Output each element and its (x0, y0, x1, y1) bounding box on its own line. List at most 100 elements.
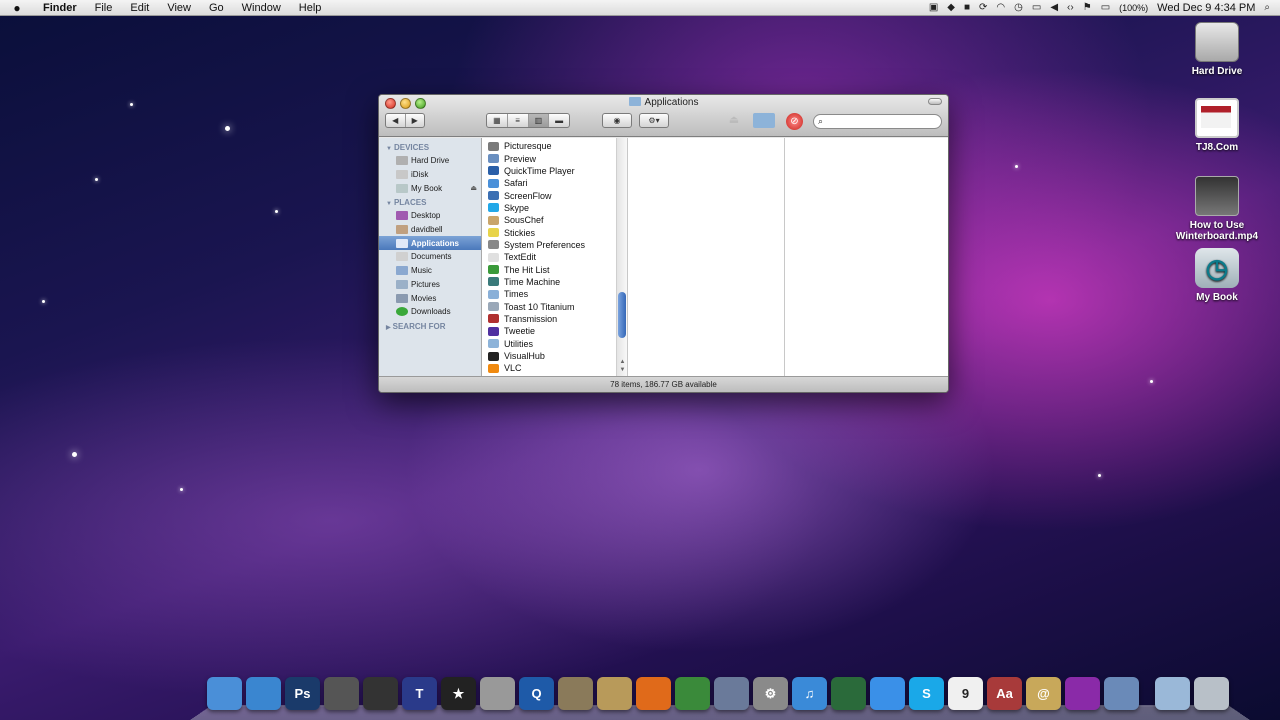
dock-itunes-icon[interactable]: ♫ (792, 677, 827, 710)
camera-icon[interactable]: ▣ (929, 2, 938, 13)
sidebar-header-places[interactable]: ▼ PLACES (379, 195, 481, 209)
menu-edit[interactable]: Edit (121, 2, 158, 14)
forward-button[interactable]: ▶ (406, 114, 425, 127)
dock-preview-icon[interactable] (597, 677, 632, 710)
title-bar[interactable]: Applications ◀ ▶ ▦ ≡ ▥ ▬ ◉ ⚙▾ ⏏ ⊘ ⌕ (379, 95, 948, 137)
menu-window[interactable]: Window (233, 2, 290, 14)
dock-iphoto-icon[interactable] (558, 677, 593, 710)
back-button[interactable]: ◀ (386, 114, 406, 127)
dock-keynote-icon[interactable] (636, 677, 671, 710)
list-item[interactable]: Picturesque (482, 140, 627, 152)
dock-ichat-icon[interactable] (870, 677, 905, 710)
list-item[interactable]: Times (482, 288, 627, 300)
sidebar-item-desktop[interactable]: Desktop (379, 209, 481, 223)
list-item[interactable]: Time Machine (482, 276, 627, 288)
dock-ical-icon[interactable]: 9 (948, 677, 983, 710)
quick-look-button[interactable]: ◉ (602, 113, 632, 128)
spotlight-icon[interactable]: ⌕ (1264, 2, 1270, 13)
dock-quicktime-icon[interactable]: Q (519, 677, 554, 710)
list-item[interactable]: System Preferences (482, 239, 627, 251)
dock-imovie-icon[interactable] (324, 677, 359, 710)
dock-applications-stack-icon[interactable] (1155, 677, 1190, 710)
menu-file[interactable]: File (86, 2, 122, 14)
list-item[interactable]: VLC (482, 362, 627, 374)
flag-icon[interactable]: ⚑ (1083, 2, 1092, 13)
dock-final-cut-icon[interactable] (363, 677, 398, 710)
dock-xcode-icon[interactable] (1104, 677, 1139, 710)
desktop-icon-movie[interactable]: How to Use Winterboard.mp4 (1172, 176, 1262, 242)
scroll-arrows[interactable]: ▲ ▼ (618, 358, 627, 374)
scrollbar[interactable]: ▲ ▼ (616, 138, 627, 376)
coverflow-view-button[interactable]: ▬ (549, 114, 569, 127)
list-item[interactable]: The Hit List (482, 263, 627, 275)
sidebar-item-home[interactable]: davidbell (379, 223, 481, 237)
list-item[interactable]: QuickTime Player (482, 165, 627, 177)
list-item[interactable]: Safari (482, 177, 627, 189)
list-item[interactable]: Preview (482, 152, 627, 164)
sidebar-item-my-book[interactable]: My Book ⏏ (379, 181, 481, 195)
eject-icon[interactable]: ⏏ (470, 184, 477, 192)
sidebar-item-applications[interactable]: Applications (379, 236, 481, 251)
list-item[interactable]: Tweetie (482, 325, 627, 337)
sidebar-item-downloads[interactable]: Downloads (379, 305, 481, 319)
sidebar-item-hard-drive[interactable]: Hard Drive (379, 154, 481, 168)
dock-finder-icon[interactable] (207, 677, 242, 710)
dock-dictionary-icon[interactable]: Aa (987, 677, 1022, 710)
dock-stack-app-icon[interactable] (1065, 677, 1100, 710)
list-item[interactable]: Skype (482, 202, 627, 214)
new-folder-icon[interactable] (753, 113, 775, 128)
dock-numbers-icon[interactable] (675, 677, 710, 710)
volume-icon[interactable]: ◀ (1050, 2, 1058, 13)
sidebar-item-idisk[interactable]: iDisk (379, 168, 481, 182)
column-view-button[interactable]: ▥ (528, 114, 550, 127)
dock-safari-icon[interactable] (246, 677, 281, 710)
toolbar-toggle-button[interactable] (928, 98, 942, 105)
dropbox-icon[interactable]: ◆ (947, 2, 955, 13)
battery-icon[interactable]: ▭ (1101, 2, 1110, 13)
list-item[interactable]: VisualHub (482, 350, 627, 362)
dock-script-editor-icon[interactable] (714, 677, 749, 710)
dock-skype-icon[interactable]: S (909, 677, 944, 710)
sidebar-item-pictures[interactable]: Pictures (379, 278, 481, 292)
sidebar-item-movies[interactable]: Movies (379, 291, 481, 305)
dock-photoshop-icon[interactable]: Ps (285, 677, 320, 710)
action-menu-button[interactable]: ⚙▾ (639, 113, 669, 128)
sidebar-item-documents[interactable]: Documents (379, 250, 481, 264)
dock-imovie-star-icon[interactable]: ★ (441, 677, 476, 710)
delete-icon[interactable]: ⊘ (786, 113, 803, 130)
sync-icon[interactable]: ⟳ (979, 2, 987, 13)
time-machine-icon[interactable]: ◷ (1014, 2, 1023, 13)
list-item[interactable]: Toast 10 Titanium▶ (482, 300, 627, 312)
arrows-icon[interactable]: ‹› (1067, 2, 1074, 13)
script-icon[interactable]: ■ (964, 2, 970, 13)
icon-view-button[interactable]: ▦ (487, 114, 508, 127)
list-item[interactable]: Transmission (482, 313, 627, 325)
menu-app-finder[interactable]: Finder (34, 2, 86, 14)
sidebar-item-music[interactable]: Music (379, 264, 481, 278)
dock-trash-icon[interactable] (1194, 677, 1229, 710)
search-input[interactable]: ⌕ (813, 114, 942, 129)
dock-photo-booth-icon[interactable] (480, 677, 515, 710)
dock-system-preferences-icon[interactable]: ⚙ (753, 677, 788, 710)
sidebar-header-devices[interactable]: ▼ DEVICES (379, 140, 481, 154)
clock[interactable]: Wed Dec 9 4:34 PM (1157, 2, 1255, 14)
desktop-icon-hard-drive[interactable]: Hard Drive (1172, 22, 1262, 77)
desktop-icon-my-book[interactable]: ◷ My Book (1172, 248, 1262, 303)
display-icon[interactable]: ▭ (1032, 2, 1041, 13)
dock-typinator-icon[interactable]: T (402, 677, 437, 710)
scroll-thumb[interactable] (618, 292, 626, 338)
desktop-icon-tj8[interactable]: TJ8.Com (1172, 98, 1262, 153)
menu-go[interactable]: Go (200, 2, 233, 14)
dock-address-book-icon[interactable]: @ (1026, 677, 1061, 710)
list-item[interactable]: ScreenFlow (482, 189, 627, 201)
apple-icon[interactable]: ● (0, 1, 34, 15)
list-view-button[interactable]: ≡ (508, 114, 529, 127)
eject-icon[interactable]: ⏏ (726, 113, 742, 127)
menu-view[interactable]: View (158, 2, 200, 14)
menu-help[interactable]: Help (290, 2, 331, 14)
list-item[interactable]: Stickies (482, 226, 627, 238)
wifi-icon[interactable]: ◠ (996, 2, 1005, 13)
list-item[interactable]: Utilities▶ (482, 338, 627, 350)
dock-dashboard-icon[interactable] (831, 677, 866, 710)
sidebar-header-search-for[interactable]: ▶ SEARCH FOR (379, 319, 481, 333)
